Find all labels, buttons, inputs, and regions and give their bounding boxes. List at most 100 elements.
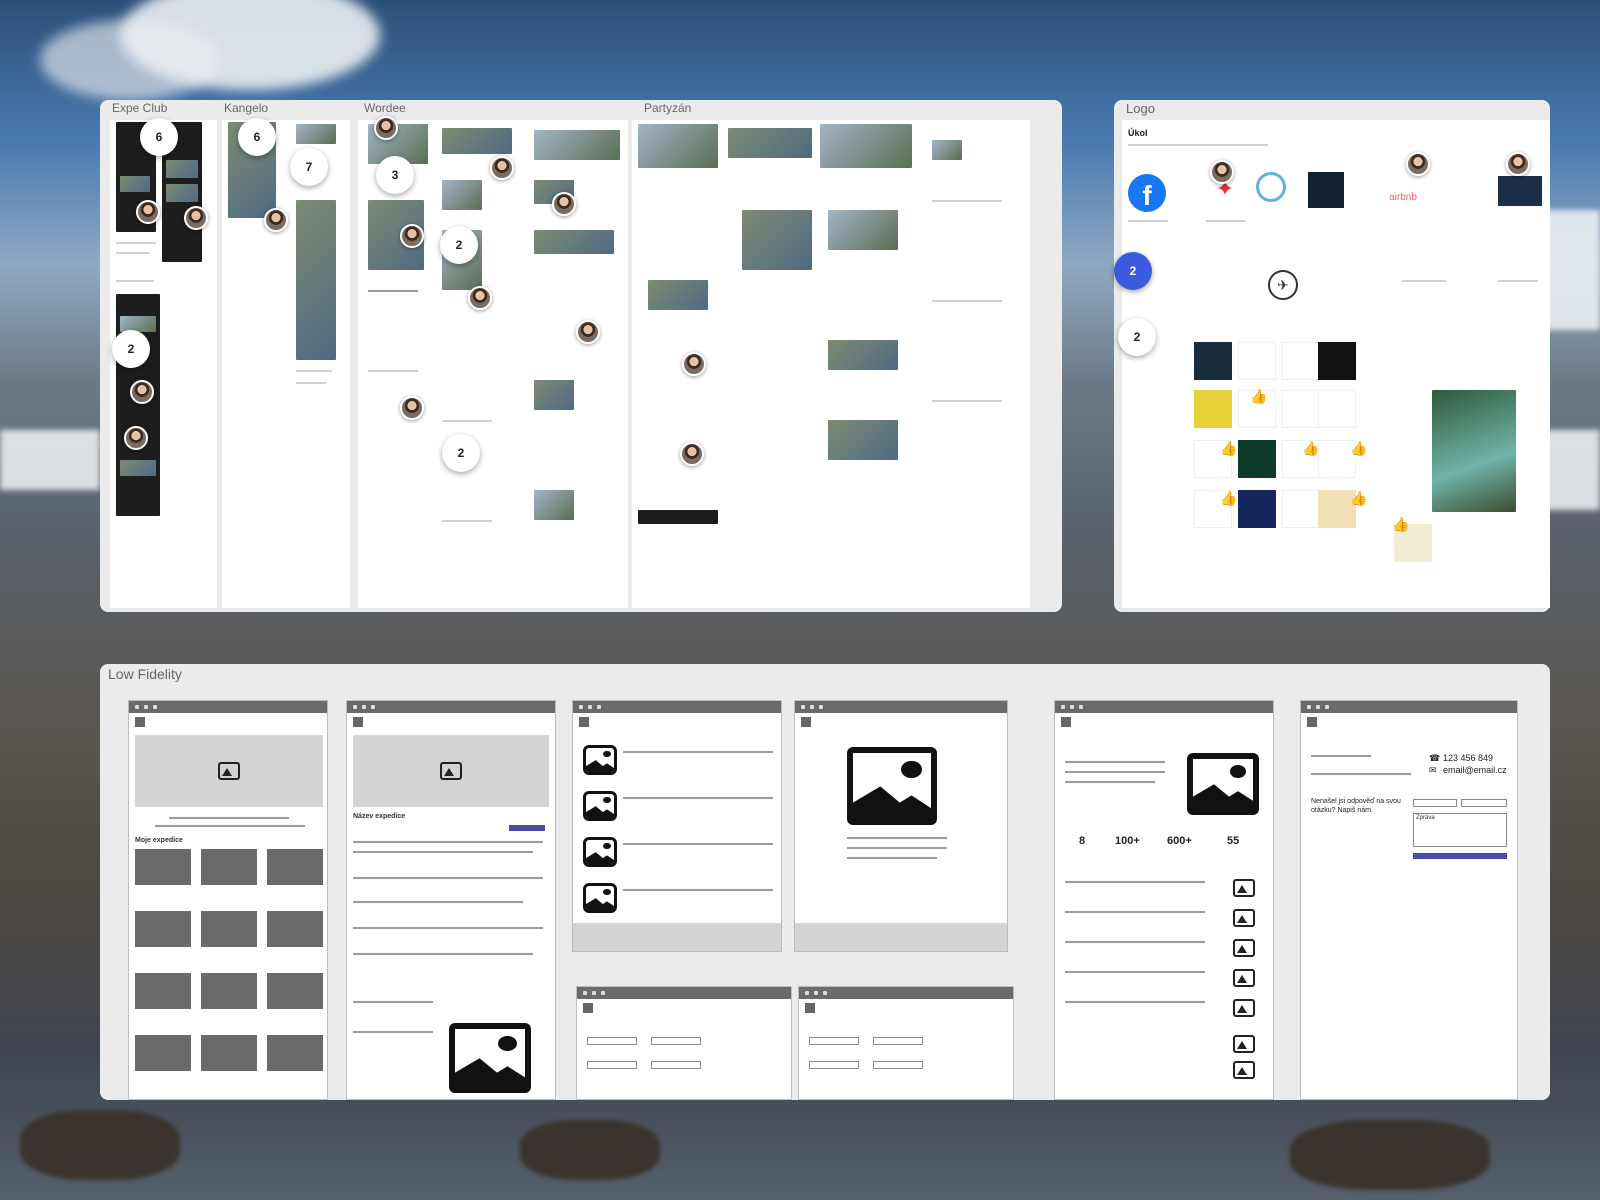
screenshot: [648, 280, 708, 310]
thumbs-up-icon: 👍: [1302, 440, 1320, 456]
comment-count-badge[interactable]: 7: [290, 148, 328, 186]
collaborator-avatar[interactable]: [1210, 160, 1234, 184]
comment-count-badge-active[interactable]: 2: [1114, 252, 1152, 290]
screenshot: [828, 210, 898, 250]
collaborator-avatar[interactable]: [184, 206, 208, 230]
email-input[interactable]: [1461, 799, 1507, 807]
collaborator-avatar[interactable]: [468, 286, 492, 310]
screenshot: [932, 140, 962, 160]
screenshot: [442, 180, 482, 210]
form-field[interactable]: [809, 1037, 859, 1045]
screenshot: [638, 124, 718, 168]
contact-email[interactable]: email@email.cz: [1443, 765, 1507, 775]
screenshot: [742, 210, 812, 270]
collaborator-avatar[interactable]: [264, 208, 288, 232]
send-button[interactable]: [1413, 853, 1507, 859]
name-field[interactable]: [1413, 799, 1457, 807]
collaborator-avatar[interactable]: [1406, 152, 1430, 176]
text-line: [932, 400, 1002, 402]
collaborator-avatar[interactable]: [400, 224, 424, 248]
low-fidelity-board[interactable]: Low Fidelity Moje expedice Název expedic…: [100, 664, 1550, 1100]
form-field[interactable]: [873, 1061, 923, 1069]
text-line: [1128, 144, 1268, 146]
collaborator-avatar[interactable]: [680, 442, 704, 466]
frame-label-wordee[interactable]: Wordee: [364, 101, 406, 115]
text-line: [368, 290, 418, 292]
logo-board[interactable]: Logo Úkol f ✦ airbnb ✈ 👍 👍 👍 👍 👍 👍 👍 2 2: [1114, 100, 1550, 612]
wireframe-form-a[interactable]: [576, 986, 792, 1100]
comment-count-badge[interactable]: 2: [112, 330, 150, 368]
collaborator-avatar[interactable]: [400, 396, 424, 420]
collaborator-avatar[interactable]: [374, 116, 398, 140]
wireframe-home[interactable]: Moje expedice: [128, 700, 328, 1100]
comment-count-badge[interactable]: 6: [238, 118, 276, 156]
form-field[interactable]: [873, 1037, 923, 1045]
hero-image-placeholder: [135, 735, 323, 807]
stat-value: 55: [1227, 835, 1240, 847]
text-line: [932, 200, 1002, 202]
frame-logo[interactable]: Úkol f ✦ airbnb ✈ 👍 👍 👍 👍 👍 👍 👍: [1122, 120, 1550, 608]
research-board[interactable]: Expe Club Kangelo Wordee Partyzán 6 2 6 …: [100, 100, 1062, 612]
form-field[interactable]: [651, 1037, 701, 1045]
collaborator-avatar[interactable]: [136, 200, 160, 224]
collaborator-avatar[interactable]: [490, 156, 514, 180]
message-textarea[interactable]: Zpráva: [1413, 813, 1507, 847]
form-field[interactable]: [651, 1061, 701, 1069]
cloud: [40, 20, 220, 100]
collaborator-avatar[interactable]: [1506, 152, 1530, 176]
collaborator-avatar[interactable]: [124, 426, 148, 450]
large-image-placeholder: [449, 1023, 531, 1093]
card-image-placeholder: [267, 849, 323, 885]
wireframe-blog-list[interactable]: [572, 700, 782, 952]
frame-label-expe-club[interactable]: Expe Club: [112, 101, 167, 115]
comment-count-badge[interactable]: 2: [1118, 318, 1156, 356]
screenshot: [820, 124, 912, 168]
collaborator-avatar[interactable]: [682, 352, 706, 376]
wireframe-about[interactable]: 8 100+ 600+ 55: [1054, 700, 1274, 1100]
form-field[interactable]: [587, 1037, 637, 1045]
board-title-logo[interactable]: Logo: [1126, 101, 1155, 116]
browser-bar: [1301, 701, 1517, 713]
frame-label-kangelo[interactable]: Kangelo: [224, 101, 268, 115]
frame-label-partyzan[interactable]: Partyzán: [644, 101, 691, 115]
mail-icon: ✉: [1429, 765, 1437, 775]
footer: [573, 923, 781, 951]
screenshot: [120, 460, 156, 476]
image-icon: [1233, 939, 1255, 957]
logo-variant: [1282, 390, 1320, 428]
card-image-placeholder: [135, 973, 191, 1009]
collaborator-avatar[interactable]: [552, 192, 576, 216]
text-line: [353, 1001, 433, 1003]
wireframe-article[interactable]: [794, 700, 1008, 952]
browser-bar: [799, 987, 1013, 999]
comment-count-badge[interactable]: 2: [440, 226, 478, 264]
collaborator-avatar[interactable]: [130, 380, 154, 404]
wireframe-expedition-detail[interactable]: Název expedice: [346, 700, 556, 1100]
text-line: [155, 825, 305, 827]
contact-phone[interactable]: 123 456 849: [1443, 753, 1493, 763]
screenshot: [828, 420, 898, 460]
comment-count-badge[interactable]: 2: [442, 434, 480, 472]
thumbnail-image: [583, 745, 617, 775]
logo-placeholder: [353, 717, 363, 727]
logo-variant: [1318, 390, 1356, 428]
book-button[interactable]: [509, 825, 545, 831]
screenshot: [728, 128, 812, 158]
screenshot: [296, 124, 336, 144]
footer: [795, 923, 1007, 951]
frame-kangelo[interactable]: [222, 120, 350, 608]
wireframe-contact[interactable]: ☎ 123 456 849 ✉ email@email.cz Nenašel j…: [1300, 700, 1518, 1100]
thumbs-up-icon: 👍: [1220, 490, 1238, 506]
card-image-placeholder: [135, 1035, 191, 1071]
logo-variant: [1282, 490, 1320, 528]
logo-variant: [1194, 390, 1232, 428]
form-field[interactable]: [587, 1061, 637, 1069]
collaborator-avatar[interactable]: [576, 320, 600, 344]
nav: [579, 717, 775, 727]
text-line: [1206, 220, 1246, 222]
comment-count-badge[interactable]: 6: [140, 118, 178, 156]
wireframe-form-b[interactable]: [798, 986, 1014, 1100]
form-field[interactable]: [809, 1061, 859, 1069]
board-title-low-fidelity[interactable]: Low Fidelity: [108, 666, 182, 682]
comment-count-badge[interactable]: 3: [376, 156, 414, 194]
